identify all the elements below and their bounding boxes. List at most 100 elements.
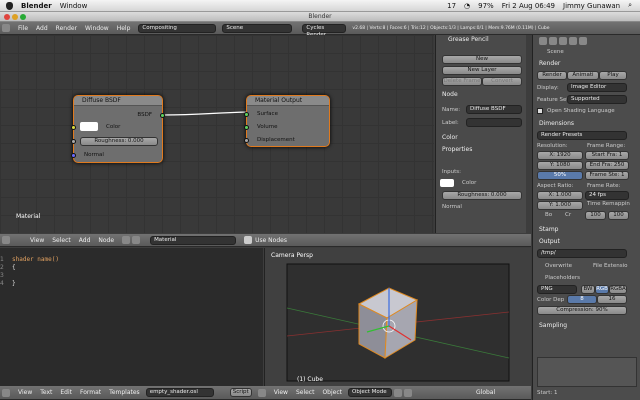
screen-layout-select[interactable]: Compositing — [138, 23, 217, 33]
run-script-button[interactable]: Script — [229, 388, 252, 397]
grease-new-button[interactable]: New — [442, 55, 522, 64]
menu-render[interactable]: Render — [56, 25, 77, 32]
stamp-panel-header[interactable]: Stamp — [533, 225, 559, 235]
scene-select[interactable]: Scene — [222, 23, 293, 33]
use-nodes-checkbox[interactable] — [244, 236, 253, 244]
menu-file[interactable]: File — [18, 25, 28, 32]
node-menu-add[interactable]: Add — [79, 237, 91, 244]
roughness-input-socket[interactable] — [71, 139, 76, 144]
dimensions-panel-header[interactable]: Dimensions — [533, 119, 574, 129]
timeline-start-label[interactable]: Start: 1 — [537, 390, 558, 396]
display-select[interactable]: Image Editor — [567, 83, 627, 92]
spotlight-icon[interactable]: ⌕ — [628, 1, 632, 10]
node-editor-type-icon[interactable] — [2, 236, 10, 244]
bsdf-output-socket[interactable] — [160, 113, 165, 118]
color-swatch[interactable] — [80, 122, 98, 131]
node-menu-view[interactable]: View — [30, 237, 44, 244]
sampling-panel-header[interactable]: Sampling — [533, 321, 567, 331]
output-node-title[interactable]: Material Output — [247, 96, 329, 106]
view3d-type-icon[interactable] — [257, 388, 266, 397]
text-menu-view[interactable]: View — [18, 389, 32, 396]
code-line[interactable]: shader name() — [12, 256, 59, 264]
inputs-roughness-field[interactable]: Roughness: 0.000 — [442, 191, 522, 200]
volume-input-socket[interactable] — [244, 125, 249, 130]
material-select[interactable]: Material — [150, 235, 237, 245]
apple-icon[interactable] — [6, 1, 13, 10]
file-format-select[interactable]: PNG — [537, 285, 577, 294]
file-extensions-label[interactable]: File Extensio — [593, 263, 627, 269]
node-name-field[interactable]: Diffuse BSDF — [466, 105, 522, 114]
3d-viewport[interactable]: Camera Persp (1) Cube — [264, 248, 531, 386]
minimize-window-icon[interactable] — [12, 14, 18, 20]
frame-step-field[interactable]: Frame Ste: 1 — [585, 171, 629, 180]
diffuse-node-title[interactable]: Diffuse BSDF — [74, 96, 162, 106]
zoom-window-icon[interactable] — [20, 14, 26, 20]
aspect-x-field[interactable]: X: 1.000 — [537, 191, 583, 200]
editor-type-icon[interactable] — [2, 24, 10, 32]
inputs-color-swatch[interactable] — [440, 179, 454, 187]
orientation-label[interactable]: Global — [476, 389, 495, 396]
remap-old-field[interactable]: 100 — [585, 211, 606, 220]
text-menu-text[interactable]: Text — [40, 389, 52, 396]
text-menu-templates[interactable]: Templates — [109, 389, 140, 396]
frame-end-field[interactable]: End Fra: 250 — [585, 161, 629, 170]
mode-select[interactable]: Object Mode — [348, 388, 392, 397]
render-button[interactable]: Render — [537, 71, 567, 80]
text-editor[interactable]: 1 2 3 4 shader name() { } — [0, 248, 263, 386]
material-output-node[interactable]: Material Output Surface Volume Displacem… — [244, 95, 330, 147]
animation-button[interactable]: Animati — [567, 71, 599, 80]
surface-input-socket[interactable] — [244, 112, 249, 117]
text-menu-format[interactable]: Format — [80, 389, 101, 396]
roughness-field[interactable]: Roughness: 0.000 — [80, 137, 158, 146]
aspect-y-field[interactable]: Y: 1.000 — [537, 201, 583, 210]
overwrite-label[interactable]: Overwrite — [545, 263, 572, 269]
feature-set-select[interactable]: Supported — [567, 95, 627, 104]
close-window-icon[interactable] — [4, 14, 10, 20]
depth-8-button[interactable]: 8 — [567, 295, 597, 304]
wifi-icon[interactable]: ◔ — [464, 2, 470, 10]
clock[interactable]: Fri 2 Aug 06:49 — [502, 2, 555, 10]
notification-badge[interactable]: 17 — [447, 2, 456, 10]
diffuse-bsdf-node[interactable]: Diffuse BSDF BSDF Color Roughness: 0.000… — [71, 95, 165, 163]
material-tab-icon[interactable] — [579, 36, 587, 45]
fps-select[interactable]: 24 fps — [585, 191, 629, 200]
node-editor-canvas[interactable]: Diffuse BSDF BSDF Color Roughness: 0.000… — [0, 35, 434, 233]
timeline-area[interactable] — [537, 357, 637, 387]
output-path-field[interactable]: /tmp/ — [537, 249, 627, 258]
crop-label[interactable]: Cr — [565, 212, 571, 218]
render-panel-header[interactable]: Render — [533, 59, 560, 69]
app-menu[interactable]: Blender — [21, 2, 52, 10]
menu-add[interactable]: Add — [36, 25, 48, 32]
text-menu-edit[interactable]: Edit — [60, 389, 72, 396]
view3d-menu-select[interactable]: Select — [296, 389, 315, 396]
depth-16-button[interactable]: 16 — [597, 295, 627, 304]
node-menu-node[interactable]: Node — [98, 237, 114, 244]
bw-button[interactable]: BW — [581, 285, 595, 294]
color-section-header[interactable]: Color — [436, 133, 458, 143]
scene-tab-icon[interactable] — [549, 36, 557, 45]
compression-slider[interactable]: Compression: 90% — [537, 306, 627, 315]
world-tab-icon[interactable] — [559, 36, 567, 45]
code-line[interactable]: } — [12, 280, 59, 288]
shader-icon[interactable] — [122, 236, 131, 244]
rgb-button[interactable]: RGB — [595, 285, 609, 294]
border-label[interactable]: Bo — [545, 212, 552, 218]
res-y-field[interactable]: Y: 1080 — [537, 161, 583, 170]
osl-checkbox[interactable] — [537, 108, 543, 114]
user-name[interactable]: Jimmy Gunawan — [563, 2, 620, 10]
color-input-socket[interactable] — [71, 125, 76, 130]
text-file-select[interactable]: empty_shader.osl — [145, 388, 214, 397]
rgba-button[interactable]: RGBA — [609, 285, 627, 294]
render-engine-select[interactable]: Cycles Render — [302, 23, 347, 38]
new-layer-button[interactable]: New Layer — [442, 66, 522, 75]
battery-level[interactable]: 97% — [478, 2, 494, 10]
play-button[interactable]: Play — [599, 71, 627, 80]
code-area[interactable]: shader name() { } — [12, 256, 59, 288]
menu-window[interactable]: Window — [85, 25, 109, 32]
view3d-menu-view[interactable]: View — [274, 389, 288, 396]
text-editor-type-icon[interactable] — [2, 388, 10, 397]
render-tab-icon[interactable] — [539, 36, 547, 45]
object-tab-icon[interactable] — [569, 36, 577, 45]
view3d-menu-object[interactable]: Object — [322, 389, 342, 396]
properties-section-header[interactable]: Properties — [436, 145, 472, 155]
